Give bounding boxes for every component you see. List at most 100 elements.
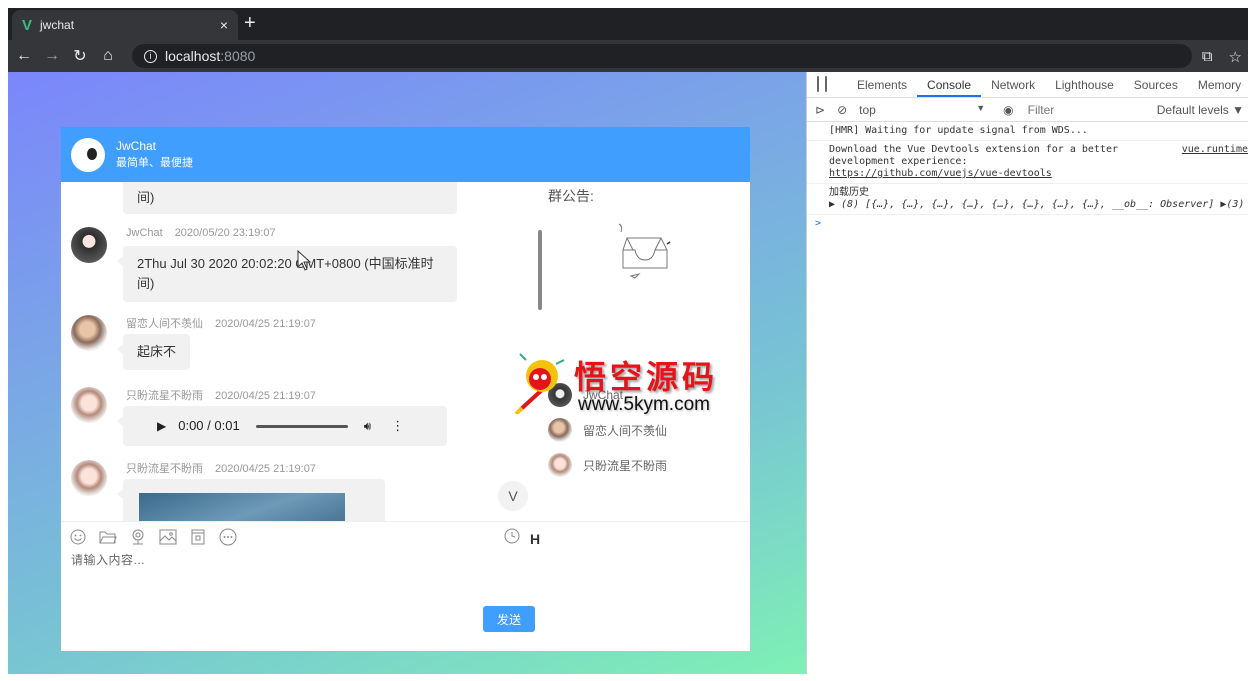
device-toolbar-icon[interactable] [825, 76, 827, 92]
message-time: 2020/04/25 21:19:07 [215, 463, 316, 475]
inspect-element-icon[interactable] [817, 76, 819, 92]
audio-time: 0:00 / 0:01 [178, 418, 240, 433]
chat-title: JwChat [116, 139, 157, 153]
member-name: 只盼流星不盼雨 [583, 458, 668, 473]
sidebar-scrollbar[interactable] [538, 230, 542, 310]
tab-close-icon[interactable]: × [220, 17, 228, 33]
message-time: 2020/05/20 23:19:07 [174, 227, 276, 239]
message-time: 2020/04/25 21:19:07 [215, 318, 316, 330]
message-input[interactable]: 请输入内容... [71, 551, 145, 568]
audio-more-icon[interactable]: ⋮ [391, 416, 404, 436]
history-clock-icon[interactable] [504, 528, 520, 549]
watermark: 悟空源码 www.5kym.com [514, 352, 744, 422]
tab-lighthouse[interactable]: Lighthouse [1045, 78, 1124, 97]
tab-elements[interactable]: Elements [847, 78, 917, 97]
send-button[interactable]: 发送 [483, 606, 535, 632]
chat-window: JwChat 最简单、最便捷 间) JwChat 2020/05/20 23:19… [61, 127, 750, 651]
history-h-button[interactable]: H [530, 531, 540, 547]
console-prompt[interactable]: > [807, 215, 1248, 232]
context-select[interactable]: top ▼ [859, 103, 989, 117]
message-list[interactable]: 间) JwChat 2020/05/20 23:19:07 2Thu Jul 30… [61, 182, 501, 521]
context-value: top [859, 102, 876, 117]
chevron-down-icon: ▼ [976, 102, 986, 113]
group-avatar [71, 137, 105, 172]
tab-console[interactable]: Console [917, 78, 982, 97]
source-link[interactable]: vue.runtime [1182, 144, 1248, 156]
chat-subtitle: 最简单、最便捷 [116, 157, 193, 169]
message-text: 起床不 [137, 344, 177, 359]
user-avatar[interactable] [71, 460, 107, 496]
audio-progress-track[interactable] [255, 424, 348, 428]
monkey-king-logo-icon [514, 353, 565, 414]
image-bubble [117, 479, 385, 521]
message-bubble: 2Thu Jul 30 2020 20:02:20 GMT+0800 (中国标准… [117, 246, 457, 302]
sidebar-toggle-icon[interactable]: ⊳ [815, 103, 825, 117]
log-text: 加载历史 [829, 187, 869, 198]
tab-title: jwchat [40, 18, 75, 32]
home-icon[interactable]: ⌂ [94, 47, 122, 65]
volume-icon[interactable]: 🔊︎ [364, 416, 372, 436]
audio-player: ▶ 0:00 / 0:01 🔊︎ ⋮ [117, 406, 447, 446]
emoji-icon[interactable] [69, 528, 87, 546]
translate-icon[interactable]: ⧉ [1202, 48, 1213, 66]
message-time: 2020/04/25 21:19:07 [215, 390, 316, 402]
tab-strip: V jwchat × + [8, 8, 1248, 40]
user-avatar[interactable] [71, 227, 107, 263]
member-item[interactable]: 只盼流星不盼雨 [548, 453, 667, 477]
console-toolbar: ⊳ ⊘ top ▼ ◉ Default levels ▼ [807, 98, 1248, 122]
expandable-array[interactable]: ▶ (8) [{…}, {…}, {…}, {…}, {…}, {…}, {…}… [829, 199, 1244, 210]
sender-name: JwChat [126, 227, 163, 239]
more-icon[interactable] [219, 528, 237, 546]
video-icon[interactable] [129, 528, 147, 546]
site-info-icon[interactable]: i [144, 49, 157, 63]
address-bar-row: ← → ↻ ⌂ i localhost:8080 ⧉ ☆ [8, 40, 1248, 72]
bookmark-star-icon[interactable]: ☆ [1229, 48, 1242, 66]
console-filter-input[interactable] [1027, 100, 1148, 119]
sender-name: 只盼流星不盼雨 [126, 390, 203, 402]
message-meta: 只盼流星不盼雨 2020/04/25 21:19:07 [126, 387, 316, 403]
v-toggle-button[interactable]: V [498, 481, 528, 511]
user-avatar[interactable] [71, 315, 107, 351]
watermark-url: www.5kym.com [578, 394, 710, 415]
forward-icon[interactable]: → [38, 47, 66, 65]
url-field[interactable]: i localhost:8080 [132, 44, 1192, 68]
log-levels-dropdown[interactable]: Default levels ▼ [1157, 103, 1244, 117]
url-host: localhost [165, 48, 221, 64]
mouse-cursor-icon [297, 250, 312, 271]
folder-icon[interactable] [99, 528, 117, 546]
log-text: development experience: [829, 156, 968, 167]
vue-devtools-link[interactable]: https://github.com/vuejs/vue-devtools [829, 168, 1052, 179]
sender-name: 留恋人间不羡仙 [126, 318, 203, 330]
file-icon[interactable] [189, 528, 207, 546]
tab-memory[interactable]: Memory [1188, 78, 1248, 97]
devtools-tabs: Elements Console Network Lighthouse Sour… [807, 72, 1248, 98]
tab-sources[interactable]: Sources [1124, 78, 1188, 97]
input-toolbar: H [61, 521, 750, 551]
reload-icon[interactable]: ↻ [66, 46, 94, 66]
browser-tab[interactable]: V jwchat × [12, 10, 238, 40]
new-tab-button[interactable]: + [244, 12, 256, 35]
message-text: 2Thu Jul 30 2020 20:02:20 GMT+0800 (中国标准… [137, 256, 434, 291]
image-thumbnail[interactable] [139, 493, 345, 521]
tab-network[interactable]: Network [981, 78, 1045, 97]
watermark-cn: 悟空源码 [574, 358, 719, 396]
sender-name: 只盼流星不盼雨 [126, 463, 203, 475]
member-name: 留恋人间不羡仙 [583, 423, 668, 438]
back-icon[interactable]: ← [10, 47, 38, 65]
message-text: 间) [137, 190, 155, 205]
log-text: Download the Vue Devtools extension for … [829, 144, 1118, 155]
message-bubble: 间) [123, 182, 457, 214]
message-meta: 留恋人间不羡仙 2020/04/25 21:19:07 [126, 315, 316, 331]
empty-inbox-icon [618, 223, 671, 279]
page-background: JwChat 最简单、最便捷 间) JwChat 2020/05/20 23:19… [8, 72, 806, 674]
clear-console-icon[interactable]: ⊘ [837, 103, 847, 117]
user-avatar[interactable] [71, 387, 107, 423]
notice-title: 群公告: [548, 188, 594, 204]
live-expression-eye-icon[interactable]: ◉ [1003, 103, 1013, 117]
message-meta: JwChat 2020/05/20 23:19:07 [126, 227, 276, 239]
image-icon[interactable] [159, 528, 177, 546]
console-message: [HMR] Waiting for update signal from WDS… [807, 122, 1248, 141]
console-message: 加载历史 ▶ (8) [{…}, {…}, {…}, {…}, {…}, {…}… [807, 184, 1248, 215]
vue-favicon-icon: V [22, 16, 33, 34]
play-icon[interactable]: ▶ [157, 416, 166, 436]
